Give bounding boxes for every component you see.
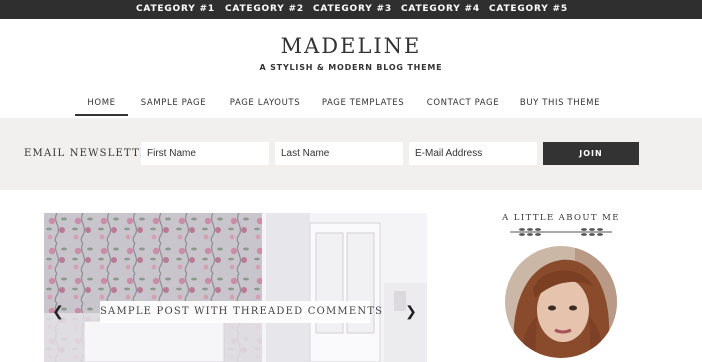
category-link-5[interactable]: CATEGORY #5	[489, 0, 568, 19]
category-link-3[interactable]: CATEGORY #3	[313, 0, 392, 19]
email-input[interactable]	[409, 142, 537, 165]
chevron-left-icon[interactable]: ❮	[50, 303, 66, 319]
author-avatar	[505, 246, 617, 358]
site-title[interactable]: MADELINE	[0, 34, 702, 58]
chevron-right-icon[interactable]: ❯	[403, 303, 419, 319]
site-tagline: A STYLISH & MODERN BLOG THEME	[259, 63, 443, 72]
laurel-divider-icon	[510, 228, 612, 236]
category-bar: CATEGORY #1 CATEGORY #2 CATEGORY #3 CATE…	[0, 0, 702, 19]
newsletter-label: EMAIL NEWSLETTER	[24, 148, 158, 159]
category-link-2[interactable]: CATEGORY #2	[225, 0, 304, 19]
nav-item-buy-this-theme[interactable]: BUY THIS THEME	[517, 94, 603, 116]
category-link-4[interactable]: CATEGORY #4	[401, 0, 480, 19]
nav-item-sample-page[interactable]: SAMPLE PAGE	[136, 94, 211, 116]
author-photo	[505, 246, 617, 358]
nav-item-contact-page[interactable]: CONTACT PAGE	[423, 94, 503, 116]
nav-item-page-templates[interactable]: PAGE TEMPLATES	[317, 94, 409, 116]
newsletter-bar: EMAIL NEWSLETTER JOIN	[0, 118, 702, 190]
first-name-input[interactable]	[141, 142, 269, 165]
join-button[interactable]: JOIN	[543, 142, 639, 165]
nav-item-home[interactable]: HOME	[75, 94, 128, 116]
last-name-input[interactable]	[275, 142, 403, 165]
slide-image	[44, 213, 427, 362]
category-link-1[interactable]: CATEGORY #1	[136, 0, 215, 19]
featured-slider[interactable]	[44, 213, 427, 362]
nav-item-page-layouts[interactable]: PAGE LAYOUTS	[225, 94, 305, 116]
slide-caption[interactable]: SAMPLE POST WITH THREADED COMMENTS	[100, 301, 382, 323]
widget-title: A LITTLE ABOUT ME	[502, 213, 620, 223]
